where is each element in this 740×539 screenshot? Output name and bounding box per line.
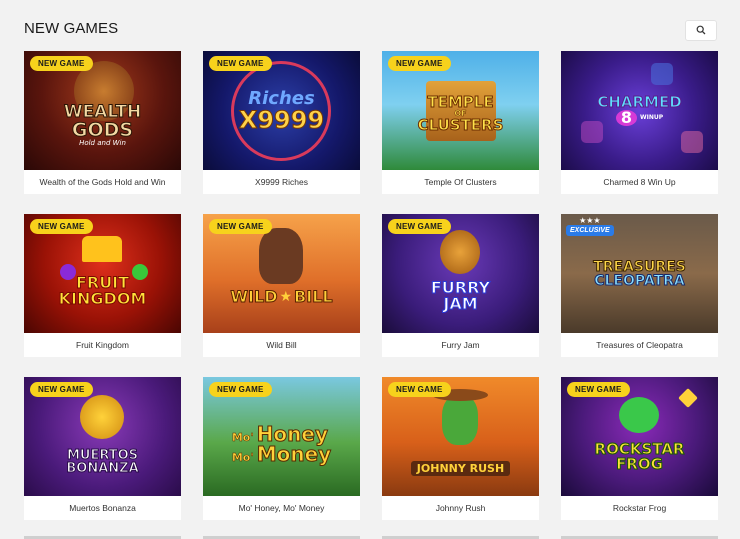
star-icon: ★ bbox=[279, 288, 293, 305]
logo-text: JAM bbox=[443, 293, 478, 313]
game-logo: CHARMED 8 WINUP bbox=[597, 93, 682, 126]
logo-text: CHARMED bbox=[597, 93, 682, 111]
game-logo: JOHNNY RUSH bbox=[410, 461, 511, 476]
game-title[interactable]: Wealth of the Gods Hold and Win bbox=[24, 170, 181, 194]
game-card[interactable]: NEW GAME TEMPLE OF CLUSTERS Temple Of Cl… bbox=[382, 51, 539, 194]
game-card[interactable]: NEW GAME JOHNNY RUSH Johnny Rush bbox=[382, 377, 539, 520]
game-thumbnail[interactable]: NEW GAME JOHNNY RUSH bbox=[382, 377, 539, 496]
search-button[interactable] bbox=[685, 20, 717, 41]
game-title[interactable]: Fruit Kingdom bbox=[24, 333, 181, 357]
game-logo: FRUIT KINGDOM bbox=[58, 274, 147, 308]
game-thumbnail[interactable]: NEW GAME Mo' Honey Mo' Money bbox=[203, 377, 360, 496]
game-thumbnail[interactable]: NEW GAME MUERTOS BONANZA bbox=[24, 377, 181, 496]
game-card[interactable]: NEW GAME Mo' Honey Mo' Money Mo' Honey, … bbox=[203, 377, 360, 520]
game-logo: WEALTH GODS Hold and Win bbox=[63, 103, 141, 147]
game-thumbnail[interactable]: NEW GAME WILD ★ BILL bbox=[203, 214, 360, 333]
logo-row: Mo' Honey bbox=[231, 421, 331, 446]
game-logo: ROCKSTAR FROG bbox=[594, 441, 685, 473]
game-card[interactable]: NEW GAME WILD ★ BILL Wild Bill bbox=[203, 214, 360, 357]
logo-text: WILD bbox=[230, 286, 278, 306]
new-game-badge: NEW GAME bbox=[388, 382, 451, 397]
game-title[interactable]: Johnny Rush bbox=[382, 496, 539, 520]
game-card[interactable]: NEW GAME WEALTH GODS Hold and Win Wealth… bbox=[24, 51, 181, 194]
exclusive-label: EXCLUSIVE bbox=[566, 225, 614, 236]
new-game-badge: NEW GAME bbox=[209, 56, 272, 71]
game-thumbnail[interactable]: NEW GAME TEMPLE OF CLUSTERS bbox=[382, 51, 539, 170]
game-logo: MUERTOS BONANZA bbox=[66, 447, 139, 476]
game-thumbnail[interactable]: NEW GAME ROCKSTAR FROG bbox=[561, 377, 718, 496]
game-title[interactable]: Mo' Honey, Mo' Money bbox=[203, 496, 360, 520]
game-thumbnail[interactable]: NEW GAME WEALTH GODS Hold and Win bbox=[24, 51, 181, 170]
logo-text: Money bbox=[256, 441, 332, 466]
game-title[interactable]: Muertos Bonanza bbox=[24, 496, 181, 520]
logo-row: 8 WINUP bbox=[597, 110, 681, 126]
search-icon bbox=[696, 22, 706, 40]
game-logo: TEMPLE OF CLUSTERS bbox=[417, 92, 504, 134]
logo-text: CLUSTERS bbox=[417, 115, 504, 134]
logo-text: Mo' bbox=[231, 450, 254, 464]
logo-text: Riches bbox=[248, 87, 315, 109]
logo-text: 8 bbox=[615, 110, 637, 126]
logo-text: X9999 bbox=[238, 105, 325, 134]
new-game-badge: NEW GAME bbox=[388, 219, 451, 234]
new-game-badge: NEW GAME bbox=[567, 382, 630, 397]
game-logo: Riches X9999 bbox=[238, 87, 325, 134]
logo-row: WILD ★ BILL bbox=[230, 286, 334, 306]
game-title[interactable]: Furry Jam bbox=[382, 333, 539, 357]
new-game-badge: NEW GAME bbox=[209, 382, 272, 397]
game-thumbnail[interactable]: ★★★ EXCLUSIVE TREASURES CLEOPATRA bbox=[561, 214, 718, 333]
game-title[interactable]: X9999 Riches bbox=[203, 170, 360, 194]
game-card[interactable]: NEW GAME FURRY JAM Furry Jam bbox=[382, 214, 539, 357]
logo-text: Honey bbox=[256, 421, 329, 446]
game-thumbnail[interactable]: CHARMED 8 WINUP bbox=[561, 51, 718, 170]
page-title: NEW GAMES bbox=[24, 20, 119, 37]
game-card[interactable]: NEW GAME ROCKSTAR FROG Rockstar Frog bbox=[561, 377, 718, 520]
game-thumbnail[interactable]: NEW GAME Riches X9999 bbox=[203, 51, 360, 170]
game-logo: TREASURES CLEOPATRA bbox=[593, 258, 687, 289]
logo-text: TEMPLE bbox=[427, 92, 494, 111]
game-title[interactable]: Rockstar Frog bbox=[561, 496, 718, 520]
stars-icon: ★★★ bbox=[579, 216, 601, 225]
game-thumbnail[interactable]: NEW GAME FURRY JAM bbox=[382, 214, 539, 333]
game-thumbnail[interactable]: NEW GAME FRUIT KINGDOM bbox=[24, 214, 181, 333]
game-title[interactable]: Wild Bill bbox=[203, 333, 360, 357]
game-card[interactable]: ★★★ EXCLUSIVE TREASURES CLEOPATRA Treasu… bbox=[561, 214, 718, 357]
new-game-badge: NEW GAME bbox=[30, 219, 93, 234]
logo-row: Mo' Money bbox=[231, 441, 332, 466]
game-logo: WILD ★ BILL bbox=[230, 286, 334, 306]
game-logo: FURRY JAM bbox=[430, 279, 490, 313]
new-game-badge: NEW GAME bbox=[388, 56, 451, 71]
logo-subtext: Hold and Win bbox=[79, 139, 126, 147]
new-game-badge: NEW GAME bbox=[30, 382, 93, 397]
logo-subtext: WINUP bbox=[639, 114, 664, 121]
game-title[interactable]: Charmed 8 Win Up bbox=[561, 170, 718, 194]
logo-text: FROG bbox=[616, 454, 664, 473]
game-title[interactable]: Temple Of Clusters bbox=[382, 170, 539, 194]
logo-text: JOHNNY RUSH bbox=[416, 462, 505, 475]
logo-text: Mo' bbox=[231, 430, 254, 444]
game-title[interactable]: Treasures of Cleopatra bbox=[561, 333, 718, 357]
logo-text: TREASURES bbox=[593, 258, 687, 275]
logo-text: BILL bbox=[294, 286, 334, 306]
game-card[interactable]: CHARMED 8 WINUP Charmed 8 Win Up bbox=[561, 51, 718, 194]
new-game-badge: NEW GAME bbox=[209, 219, 272, 234]
game-card[interactable]: NEW GAME Riches X9999 X9999 Riches bbox=[203, 51, 360, 194]
logo-text: GODS bbox=[71, 119, 134, 141]
game-card[interactable]: NEW GAME FRUIT KINGDOM Fruit Kingdom bbox=[24, 214, 181, 357]
new-game-badge: NEW GAME bbox=[30, 56, 93, 71]
game-logo: Mo' Honey Mo' Money bbox=[231, 421, 332, 466]
logo-text: CLEOPATRA bbox=[594, 272, 686, 289]
exclusive-badge: ★★★ EXCLUSIVE bbox=[566, 217, 614, 236]
game-card[interactable]: NEW GAME MUERTOS BONANZA Muertos Bonanza bbox=[24, 377, 181, 520]
logo-text: KINGDOM bbox=[58, 288, 147, 308]
games-grid: NEW GAME WEALTH GODS Hold and Win Wealth… bbox=[24, 51, 718, 520]
logo-text: MUERTOS bbox=[66, 447, 139, 463]
logo-text: BONANZA bbox=[66, 460, 139, 476]
